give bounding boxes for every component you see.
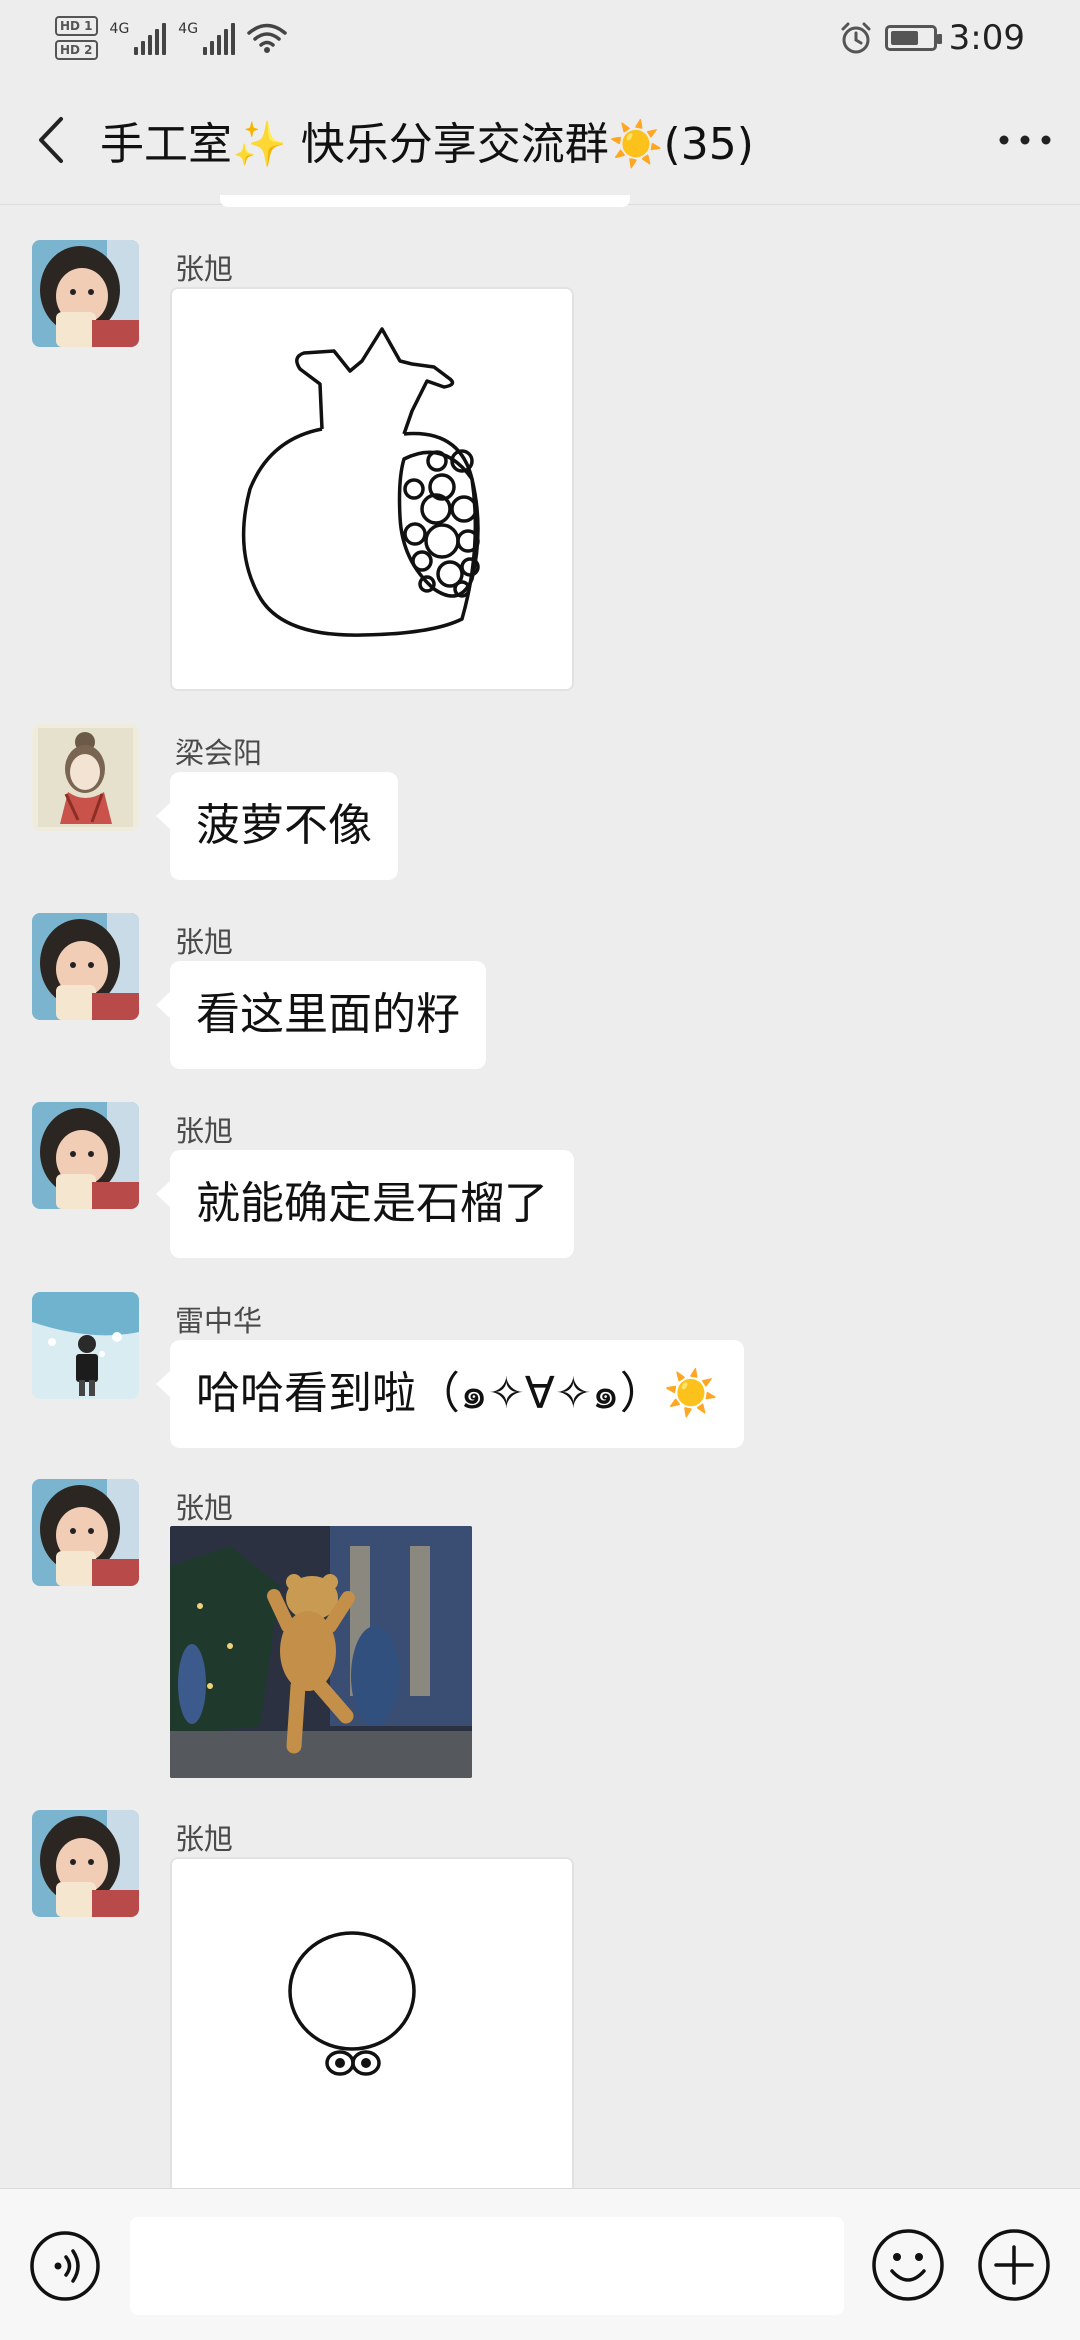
gif-message[interactable]	[170, 1526, 472, 1778]
back-arrow-icon	[39, 116, 63, 163]
sender-name: 梁会阳	[175, 736, 263, 770]
plus-button[interactable]	[976, 2227, 1052, 2303]
emoji-icon	[872, 2229, 944, 2301]
more-button[interactable]	[970, 75, 1080, 205]
emoji-button[interactable]	[870, 2227, 946, 2303]
text-message[interactable]: 就能确定是石榴了	[156, 1150, 574, 1258]
voice-icon	[30, 2231, 100, 2301]
avatar[interactable]	[32, 724, 139, 831]
avatar[interactable]	[32, 1102, 139, 1209]
status-left: HD 1 HD 2 4G 4G	[55, 15, 287, 60]
network-1-label: 4G	[109, 20, 130, 37]
sender-name: 雷中华	[175, 1304, 263, 1338]
battery-icon	[884, 24, 942, 51]
input-bar	[0, 2188, 1080, 2340]
dancing-bear-gif	[170, 1526, 472, 1778]
sender-name: 张旭	[175, 1114, 234, 1148]
alarm-icon	[841, 22, 871, 53]
wifi-icon	[247, 23, 287, 53]
sender-name: 张旭	[175, 1491, 234, 1525]
previous-message-edge	[220, 195, 630, 207]
chat-screen: HD 1 HD 2 4G 4G 3:09 手工室✨ 快乐分享交流群☀️(35) …	[0, 0, 1080, 2340]
avatar[interactable]	[32, 913, 139, 1020]
text-message[interactable]: 哈哈看到啦（๑✧∀✧๑）☀️	[155, 1340, 745, 1448]
text-message[interactable]: 看这里面的籽	[156, 961, 486, 1069]
signal-2-icon: 4G	[178, 20, 236, 55]
chat-header: 手工室✨ 快乐分享交流群☀️(35)	[0, 75, 1080, 205]
voice-button[interactable]	[28, 2229, 102, 2303]
plus-icon	[978, 2229, 1050, 2301]
message-input[interactable]	[130, 2217, 844, 2315]
image-message[interactable]	[170, 287, 574, 691]
network-2-label: 4G	[178, 20, 199, 37]
sender-name: 张旭	[175, 925, 234, 959]
sender-name: 张旭	[175, 252, 234, 286]
signal-1-icon: 4G	[110, 21, 167, 55]
sim2-badge: HD 2	[55, 39, 98, 60]
chat-title: 手工室✨ 快乐分享交流群☀️(35)	[100, 118, 754, 170]
status-bar: HD 1 HD 2 4G 4G 3:09	[0, 0, 1080, 75]
back-button[interactable]	[0, 75, 100, 205]
status-time: 3:09	[948, 17, 1025, 58]
sim-indicators: HD 1 HD 2	[55, 15, 98, 60]
avatar[interactable]	[32, 1810, 139, 1917]
pomegranate-drawing	[241, 327, 480, 637]
sim1-badge: HD 1	[55, 15, 98, 36]
avatar[interactable]	[32, 240, 139, 347]
avatar[interactable]	[32, 1479, 139, 1586]
sender-name: 张旭	[175, 1822, 234, 1856]
status-right: 3:09	[839, 18, 1025, 58]
more-dots-icon	[999, 135, 1051, 144]
avatar[interactable]	[32, 1292, 139, 1399]
text-message[interactable]: 菠萝不像	[156, 772, 398, 880]
